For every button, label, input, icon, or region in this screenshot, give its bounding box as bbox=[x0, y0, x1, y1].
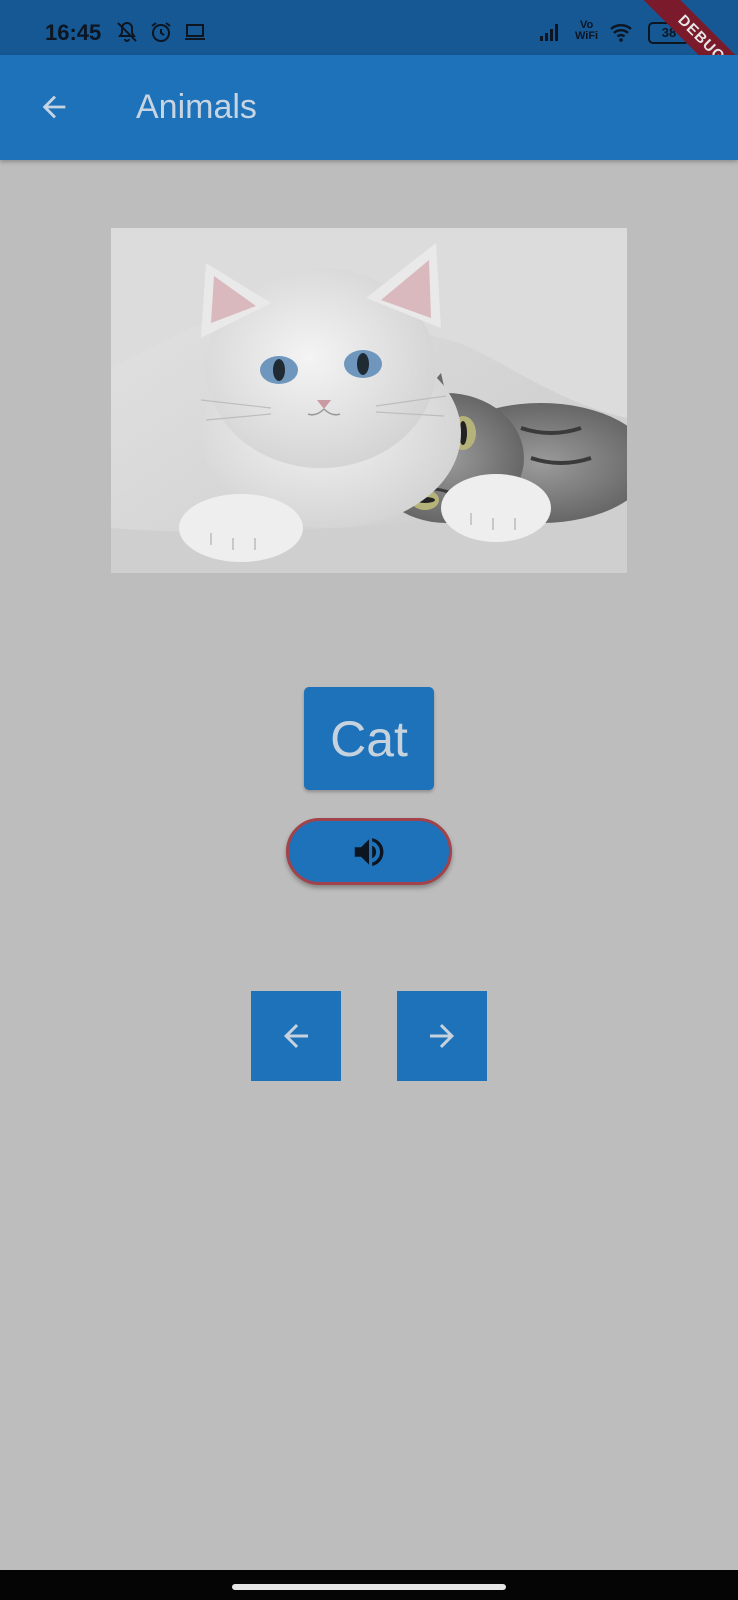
arrow-forward-icon bbox=[430, 1024, 454, 1048]
arrow-back-icon bbox=[284, 1024, 308, 1048]
word-button[interactable]: Cat bbox=[304, 687, 434, 790]
vowifi-icon: Vo WiFi bbox=[575, 20, 598, 42]
wifi-icon bbox=[609, 20, 633, 44]
next-button[interactable] bbox=[397, 991, 487, 1081]
arrow-back-icon bbox=[42, 95, 66, 119]
signal-icon bbox=[538, 20, 562, 44]
vowifi-bottom-text: WiFi bbox=[575, 30, 599, 42]
volume-up-icon bbox=[354, 837, 384, 866]
page-title: Animals bbox=[136, 88, 257, 126]
previous-button[interactable] bbox=[251, 991, 341, 1081]
laptop-icon bbox=[183, 20, 207, 44]
status-time: 16:45 bbox=[45, 20, 102, 45]
speak-button[interactable] bbox=[286, 818, 452, 885]
back-button[interactable] bbox=[30, 83, 78, 131]
alarm-icon bbox=[149, 20, 173, 44]
bell-off-icon bbox=[115, 20, 139, 44]
animal-image bbox=[111, 228, 627, 573]
screen: 16:45 Vo WiFi 38 DEBUG Animals Cat bbox=[0, 0, 738, 1600]
status-bar: 16:45 Vo WiFi 38 DEBUG bbox=[0, 0, 738, 102]
app-bar: Animals bbox=[0, 55, 738, 160]
home-indicator[interactable] bbox=[232, 1584, 506, 1590]
